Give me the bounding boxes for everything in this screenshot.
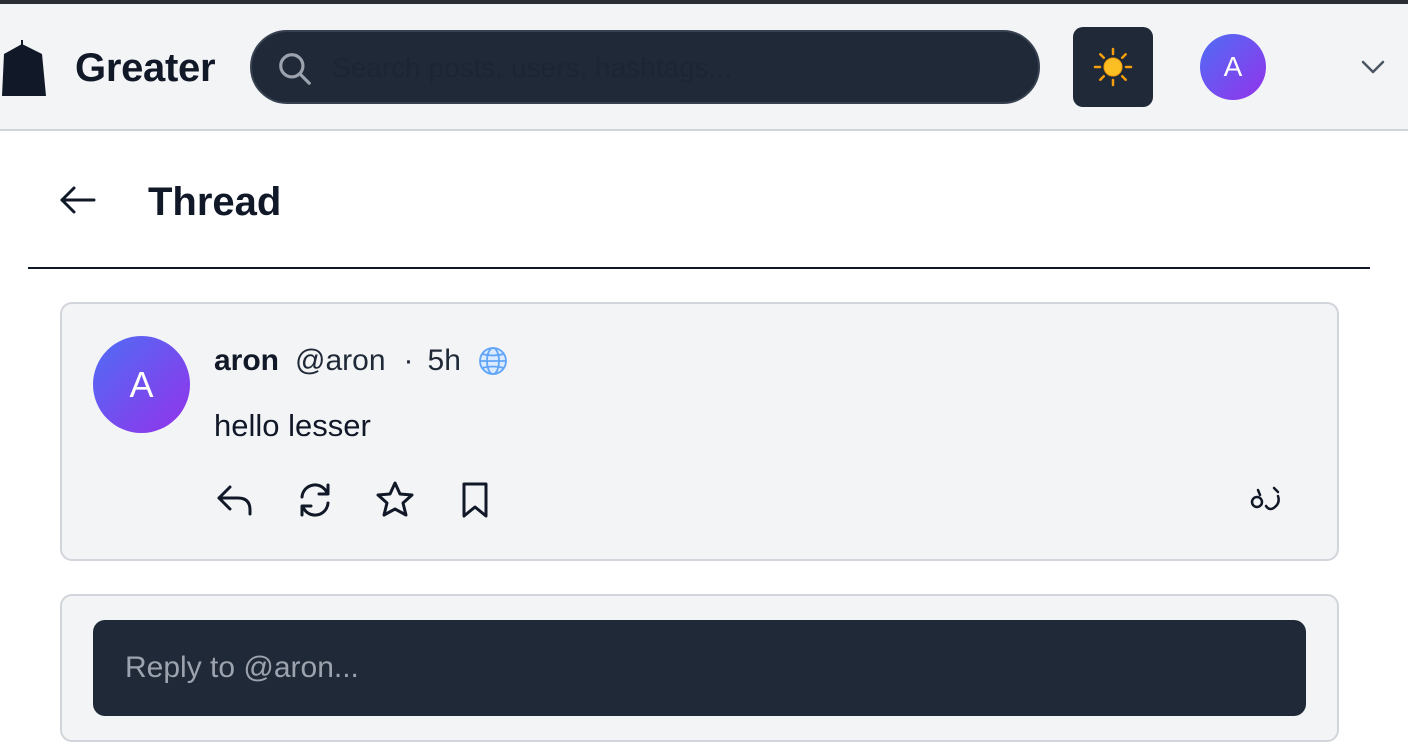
reply-button[interactable] (214, 479, 256, 521)
app-header: Greater A aron (0, 4, 1408, 131)
post-avatar[interactable]: A (93, 336, 190, 433)
boost-button[interactable] (294, 479, 336, 521)
reply-composer (60, 594, 1339, 742)
bookmark-button[interactable] (454, 479, 496, 521)
search-input[interactable] (332, 44, 1022, 92)
meta-separator: · (403, 344, 414, 377)
search-icon (279, 53, 311, 85)
post-meta: aron @aron · 5h (214, 344, 509, 378)
user-name: aron (1280, 52, 1341, 85)
avatar[interactable]: A (1200, 34, 1266, 100)
globe-icon (478, 347, 507, 375)
search-bar[interactable] (250, 30, 1040, 104)
sun-icon (1093, 47, 1133, 87)
post-content: hello lesser (214, 408, 371, 443)
boost-icon (300, 483, 330, 517)
post-card[interactable]: A aron @aron · 5h hello lesser (60, 302, 1339, 561)
bookmark-icon (462, 482, 488, 518)
reply-icon (217, 485, 252, 516)
post-timestamp[interactable]: 5h (428, 344, 461, 378)
theme-toggle-button[interactable] (1073, 27, 1153, 107)
more-options-icon[interactable] (1248, 484, 1284, 516)
reply-input[interactable] (93, 620, 1306, 716)
user-menu[interactable]: A aron (1200, 34, 1400, 100)
page-title: Thread (148, 180, 282, 224)
back-arrow-icon[interactable] (58, 180, 98, 220)
favorite-icon (376, 481, 414, 517)
author-display-name[interactable]: aron (214, 344, 279, 378)
brand-name[interactable]: Greater (75, 46, 216, 91)
author-handle[interactable]: @aron (295, 344, 386, 378)
favorite-button[interactable] (374, 479, 416, 521)
chevron-down-icon[interactable] (1360, 58, 1386, 76)
thread-header: Thread (28, 132, 1370, 269)
logo-icon[interactable] (0, 40, 50, 102)
